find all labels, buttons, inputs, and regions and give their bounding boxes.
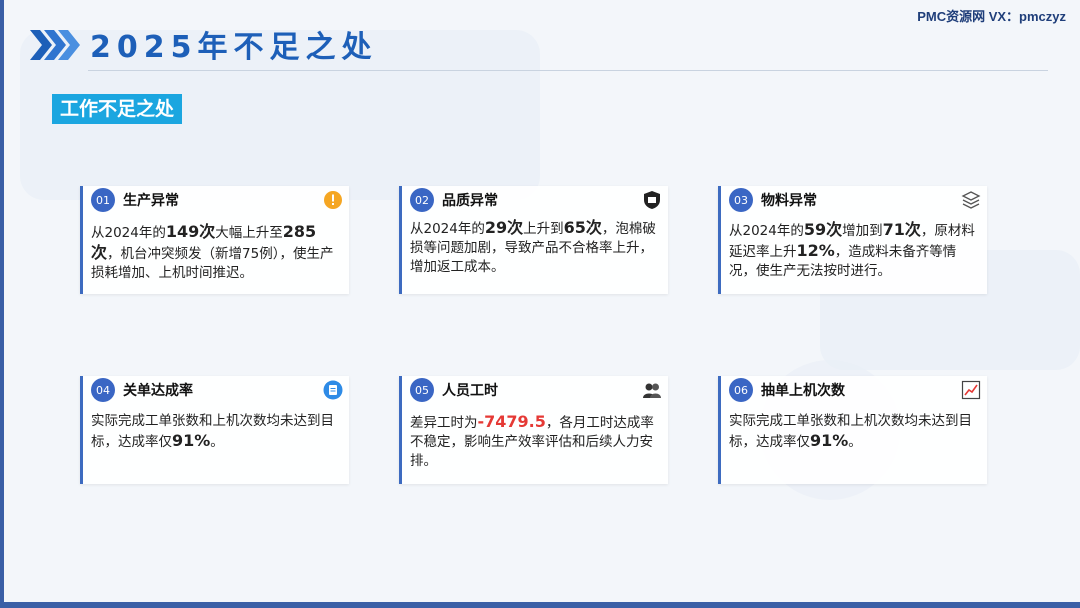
card-number: 04 bbox=[91, 378, 115, 402]
chevron-arrows-icon bbox=[30, 30, 80, 60]
section-tag: 工作不足之处 bbox=[52, 94, 183, 124]
trend-chart-icon bbox=[961, 380, 981, 400]
card-quality: 02 品质异常 从2024年的29次上升到65次，泡棉破损等问题加剧，导致产品不… bbox=[399, 186, 668, 294]
card-text: 实际完成工单张数和上机次数均未达到目标，达成率仅91%。 bbox=[729, 413, 972, 450]
card-text: 差异工时为-7479.5，各月工时达成率不稳定，影响生产效率评估和后续人力安排。 bbox=[410, 412, 654, 469]
card-number: 05 bbox=[410, 378, 434, 402]
card-material: 03 物料异常 从2024年的59次增加到71次，原材料延迟率上升12%，造成料… bbox=[718, 186, 987, 294]
bottom-bar bbox=[0, 602, 1080, 608]
left-edge-bar bbox=[0, 0, 4, 608]
warning-icon bbox=[324, 191, 342, 209]
card-draw-runs: 06 抽单上机次数 实际完成工单张数和上机次数均未达到目标，达成率仅91%。 bbox=[718, 376, 987, 484]
title-divider bbox=[88, 70, 1048, 71]
card-number: 03 bbox=[729, 188, 753, 212]
card-number: 02 bbox=[410, 188, 434, 212]
card-title: 人员工时 bbox=[442, 383, 498, 399]
card-title: 关单达成率 bbox=[123, 383, 193, 399]
card-number: 01 bbox=[91, 188, 115, 212]
brand-watermark: PMC资源网 VX：pmczyz bbox=[917, 9, 1066, 24]
card-title: 品质异常 bbox=[442, 193, 498, 209]
page-title: 2025年不足之处 bbox=[90, 30, 378, 65]
card-text: 从2024年的149次大幅上升至285次，机台冲突频发（新增75例），使生产损耗… bbox=[91, 222, 334, 281]
card-text: 从2024年的59次增加到71次，原材料延迟率上升12%，造成料未备齐等情况，使… bbox=[729, 220, 975, 279]
card-production: 01 生产异常 从2024年的149次大幅上升至285次，机台冲突频发（新增75… bbox=[80, 186, 349, 294]
layers-icon bbox=[961, 191, 981, 209]
card-text: 从2024年的29次上升到65次，泡棉破损等问题加剧，导致产品不合格率上升，增加… bbox=[410, 218, 656, 275]
quality-badge-icon bbox=[644, 191, 660, 209]
card-text: 实际完成工单张数和上机次数均未达到目标，达成率仅91%。 bbox=[91, 413, 334, 450]
card-number: 06 bbox=[729, 378, 753, 402]
card-order-completion: 04 关单达成率 实际完成工单张数和上机次数均未达到目标，达成率仅91%。 bbox=[80, 376, 349, 484]
people-icon bbox=[643, 383, 661, 398]
card-title: 物料异常 bbox=[761, 193, 817, 209]
card-title: 抽单上机次数 bbox=[761, 383, 845, 399]
card-work-hours: 05 人员工时 差异工时为-7479.5，各月工时达成率不稳定，影响生产效率评估… bbox=[399, 376, 668, 484]
clipboard-icon bbox=[323, 380, 343, 400]
card-title: 生产异常 bbox=[123, 193, 179, 209]
